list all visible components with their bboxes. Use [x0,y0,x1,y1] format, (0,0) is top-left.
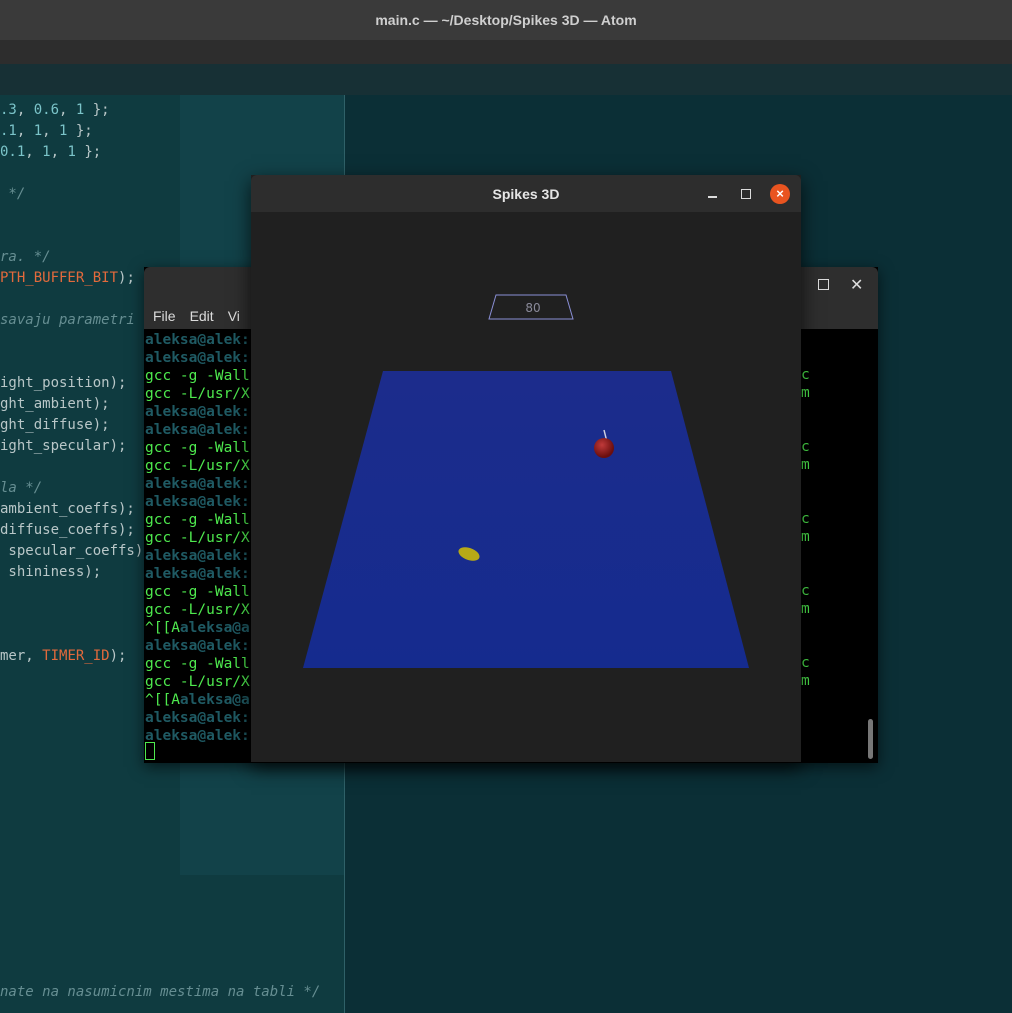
terminal-line: gcc -g -Wall [145,584,250,600]
code-line: ght_ambient); [0,396,110,412]
terminal-line-tail: c [801,367,810,383]
terminal-line: aleksa@alek: [145,422,250,438]
terminal-line-tail: m [801,457,810,473]
terminal-line-tail: m [801,601,810,617]
spikes-window[interactable]: Spikes 3D × 80 [251,175,801,762]
code-line: ght_diffuse); [0,417,110,433]
terminal-line: gcc -L/usr/X [145,674,250,690]
code-line: mer, TIMER_ID); [0,648,127,664]
terminal-line: gcc -g -Wall [145,440,250,456]
terminal-line: gcc -L/usr/X [145,602,250,618]
spikes-window-title: Spikes 3D [492,186,560,202]
terminal-close-icon[interactable]: ✕ [850,275,863,295]
atom-titlebar: main.c — ~/Desktop/Spikes 3D — Atom [0,0,1012,41]
terminal-line-tail: c [801,655,810,671]
code-line: ra. */ [0,249,51,265]
atom-window-title: main.c — ~/Desktop/Spikes 3D — Atom [375,12,637,28]
code-line: la */ [0,480,43,496]
terminal-cursor [145,742,155,760]
terminal-line: gcc -g -Wall [145,512,250,528]
code-line: nate na nasumicnim mestima na tabli */ [0,984,321,1000]
menu-file[interactable]: File [153,308,176,324]
menu-view[interactable]: Vi [228,308,240,324]
terminal-line-tail: c [801,511,810,527]
terminal-line: gcc -g -Wall [145,656,250,672]
code-line: specular_coeffs) [0,543,144,559]
code-line: diffuse_coeffs); [0,522,135,538]
terminal-line: gcc -L/usr/X [145,386,250,402]
code-line: savaju parametri [0,312,135,328]
code-line: ambient_coeffs); [0,501,135,517]
terminal-line: aleksa@alek: [145,476,250,492]
terminal-maximize-icon[interactable] [818,279,829,290]
terminal-line: aleksa@alek: [145,728,250,744]
player-ball [594,438,614,458]
terminal-line: aleksa@alek: [145,548,250,564]
score-panel: 80 [488,294,574,320]
code-line: ight_position); [0,375,127,391]
terminal-line: ^[[Aaleksa@a [145,692,250,708]
close-icon[interactable]: × [770,184,790,204]
terminal-line-tail: c [801,439,810,455]
terminal-line: aleksa@alek: [145,494,250,510]
terminal-line: gcc -g -Wall [145,368,250,384]
terminal-line: aleksa@alek: [145,710,250,726]
minimize-icon[interactable] [708,196,717,198]
game-board [303,371,749,668]
terminal-line: aleksa@alek: [145,350,250,366]
code-line: .1, 1, 1 }; [0,123,93,139]
atom-tab-bar[interactable] [0,40,1012,64]
menu-edit[interactable]: Edit [190,308,214,324]
atom-tab-strip [0,64,1012,95]
terminal-line: aleksa@alek: [145,404,250,420]
spikes-titlebar[interactable]: Spikes 3D × [251,175,801,212]
terminal-line-tail: m [801,529,810,545]
terminal-line: gcc -L/usr/X [145,530,250,546]
score-value: 80 [525,301,540,315]
code-line: 0.1, 1, 1 }; [0,144,102,160]
game-canvas[interactable]: 80 [251,212,801,762]
terminal-line: ^[[Aaleksa@a [145,620,250,636]
terminal-menubar: File Edit Vi [153,308,254,324]
terminal-line-tail: c [801,583,810,599]
code-line: */ [0,186,26,202]
maximize-icon[interactable] [741,189,751,199]
terminal-line-tail: m [801,385,810,401]
code-line: shininess); [0,564,102,580]
terminal-scrollbar[interactable] [868,719,873,759]
terminal-line-tail: m [801,673,810,689]
terminal-line: aleksa@alek: [145,638,250,654]
code-line: .3, 0.6, 1 }; [0,102,110,118]
terminal-line: gcc -L/usr/X [145,458,250,474]
code-line: ight_specular); [0,438,127,454]
code-line: PTH_BUFFER_BIT); [0,270,135,286]
terminal-line: aleksa@alek: [145,332,250,348]
terminal-line: aleksa@alek: [145,566,250,582]
